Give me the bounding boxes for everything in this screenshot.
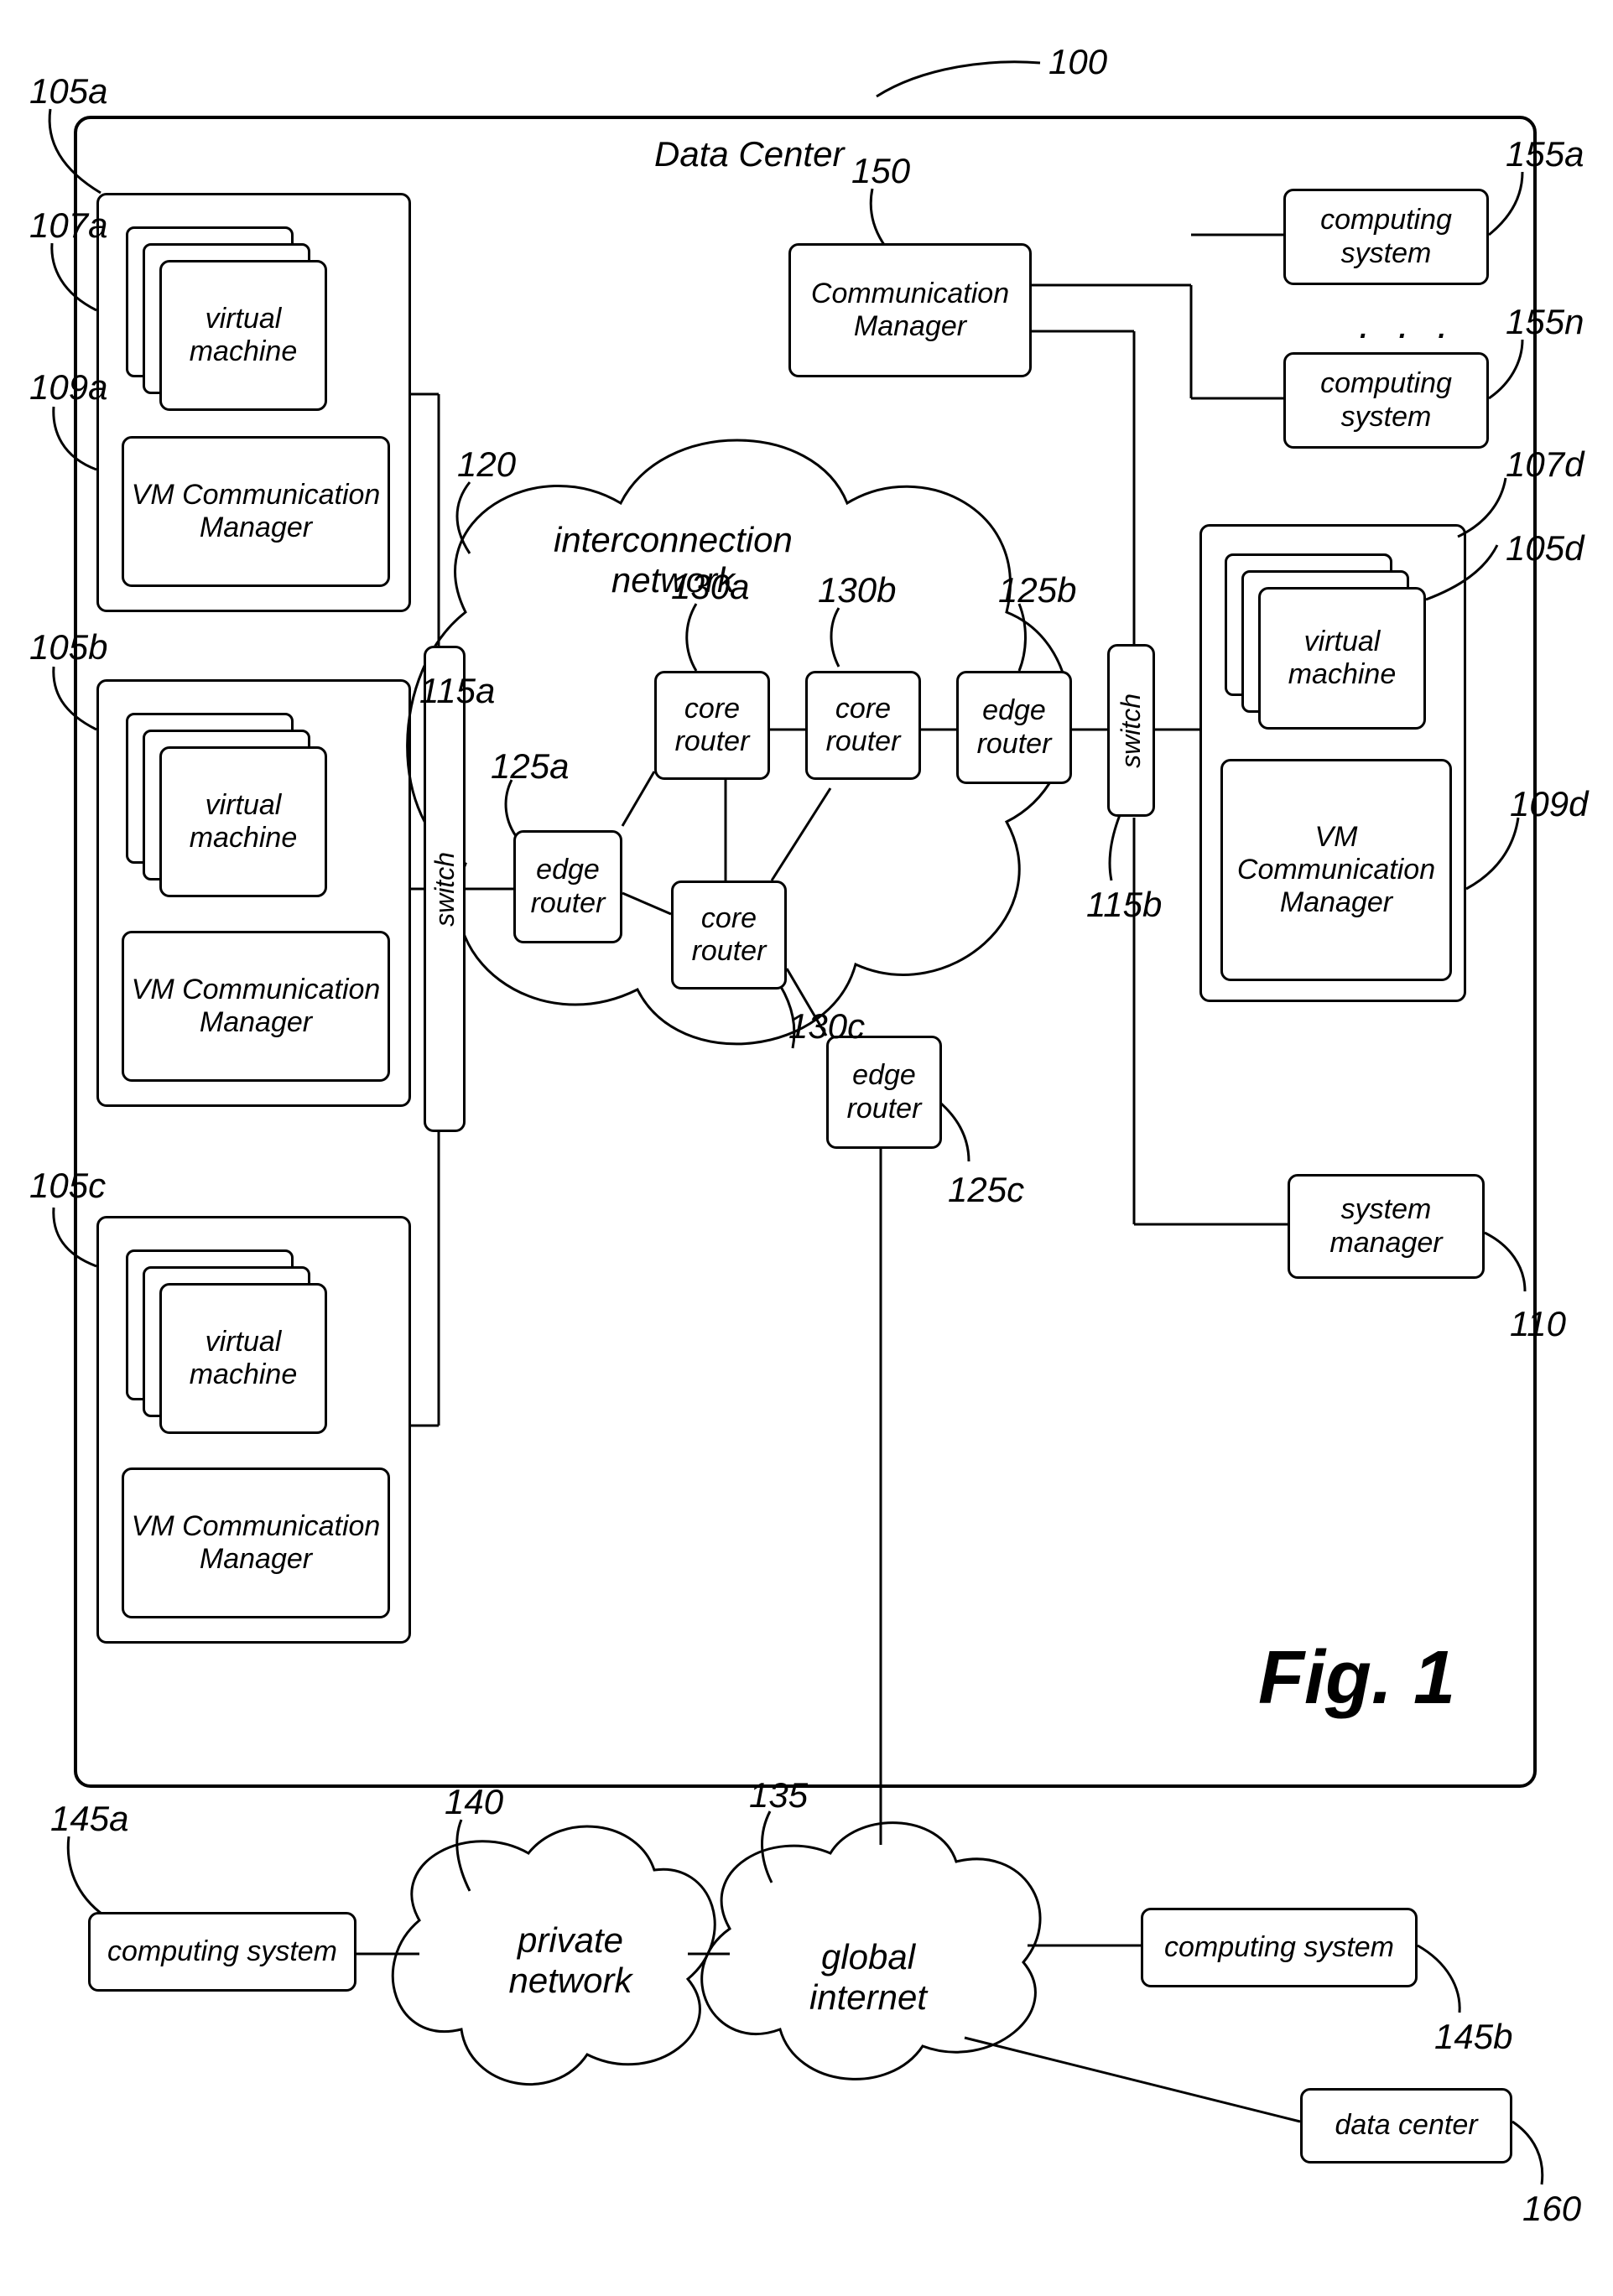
private-network-label: privatenetwork: [470, 1920, 671, 2001]
ref-109a: 109a: [29, 367, 107, 408]
ref-130c: 130c: [788, 1006, 865, 1047]
ref-105b: 105b: [29, 627, 107, 668]
ref-150: 150: [851, 151, 910, 191]
core-router-a: corerouter: [654, 671, 770, 780]
ref-110: 110: [1510, 1304, 1566, 1344]
ref-145a: 145a: [50, 1799, 128, 1839]
vmcm-105a-label: VM CommunicationManager: [132, 479, 381, 544]
vm-105b: virtualmachine: [159, 746, 327, 897]
data-center-ext: data center: [1300, 2088, 1512, 2164]
edge-router-a: edgerouter: [513, 830, 622, 943]
ref-140: 140: [445, 1782, 503, 1822]
computing-system-155n-label: computingsystem: [1320, 367, 1452, 433]
edge-router-b: edgerouter: [956, 671, 1072, 784]
ref-105d: 105d: [1506, 528, 1584, 569]
vm-105a: virtualmachine: [159, 260, 327, 411]
ref-107a: 107a: [29, 205, 107, 246]
data-center-title: Data Center: [654, 134, 844, 174]
edge-router-a-label: edgerouter: [531, 854, 606, 919]
ref-130a: 130a: [671, 567, 749, 607]
edge-router-c: edgerouter: [826, 1036, 942, 1149]
edge-router-c-label: edgerouter: [847, 1059, 922, 1125]
computing-system-155n: computingsystem: [1283, 352, 1489, 449]
core-router-a-label: corerouter: [675, 693, 750, 758]
vmcm-105a: VM CommunicationManager: [122, 436, 390, 587]
vm-105d-label: virtualmachine: [1288, 626, 1397, 691]
edge-router-b-label: edgerouter: [977, 694, 1052, 760]
computing-system-145b-label: computing system: [1164, 1931, 1394, 1964]
computing-system-145a: computing system: [88, 1912, 356, 1992]
system-manager: systemmanager: [1288, 1174, 1485, 1279]
ref-125b: 125b: [998, 570, 1076, 610]
computing-system-145b: computing system: [1141, 1908, 1418, 1987]
vmcm-105d: VM CommunicationManager: [1220, 759, 1452, 981]
vmcm-105d-label: VM CommunicationManager: [1228, 821, 1444, 919]
core-router-c: corerouter: [671, 880, 787, 990]
ellipsis: . . .: [1359, 302, 1457, 348]
ref-100: 100: [1048, 42, 1107, 82]
core-router-c-label: corerouter: [692, 902, 767, 968]
ref-105a: 105a: [29, 71, 107, 112]
vm-105c-label: virtualmachine: [190, 1326, 298, 1391]
comm-manager-label: CommunicationManager: [811, 278, 1009, 343]
global-internet-label: global internet: [772, 1937, 965, 2018]
ref-160: 160: [1522, 2189, 1581, 2229]
ref-115b: 115b: [1086, 885, 1162, 925]
ref-155n: 155n: [1506, 302, 1584, 342]
ref-120: 120: [457, 444, 516, 485]
ref-155a: 155a: [1506, 134, 1584, 174]
vmcm-105b-label: VM CommunicationManager: [132, 974, 381, 1039]
ref-109d: 109d: [1510, 784, 1588, 824]
ref-130b: 130b: [818, 570, 896, 610]
vm-105c: virtualmachine: [159, 1283, 327, 1434]
vm-105d: virtualmachine: [1258, 587, 1426, 730]
comm-manager: CommunicationManager: [788, 243, 1032, 377]
switch-b: switch: [1107, 644, 1155, 817]
computing-system-155a-label: computingsystem: [1320, 204, 1452, 269]
figure-label: Fig. 1: [1258, 1635, 1455, 1722]
vmcm-105c: VM CommunicationManager: [122, 1467, 390, 1618]
ref-135: 135: [749, 1775, 808, 1816]
ref-145b: 145b: [1434, 2017, 1512, 2057]
computing-system-145a-label: computing system: [107, 1935, 337, 1968]
core-router-b: corerouter: [805, 671, 921, 780]
ref-125a: 125a: [491, 746, 569, 787]
core-router-b-label: corerouter: [826, 693, 901, 758]
vmcm-105c-label: VM CommunicationManager: [132, 1510, 381, 1576]
ref-125c: 125c: [948, 1170, 1024, 1210]
ref-105c: 105c: [29, 1166, 106, 1206]
vmcm-105b: VM CommunicationManager: [122, 931, 390, 1082]
switch-a: switch: [424, 646, 466, 1132]
system-manager-label: systemmanager: [1329, 1193, 1442, 1259]
switch-a-label: switch: [429, 852, 460, 927]
vm-105b-label: virtualmachine: [190, 789, 298, 855]
computing-system-155a: computingsystem: [1283, 189, 1489, 285]
vm-105a-label: virtualmachine: [190, 303, 298, 368]
ref-115a: 115a: [419, 671, 495, 711]
data-center-ext-label: data center: [1335, 2109, 1477, 2142]
switch-b-label: switch: [1116, 693, 1147, 768]
ref-107d: 107d: [1506, 444, 1584, 485]
